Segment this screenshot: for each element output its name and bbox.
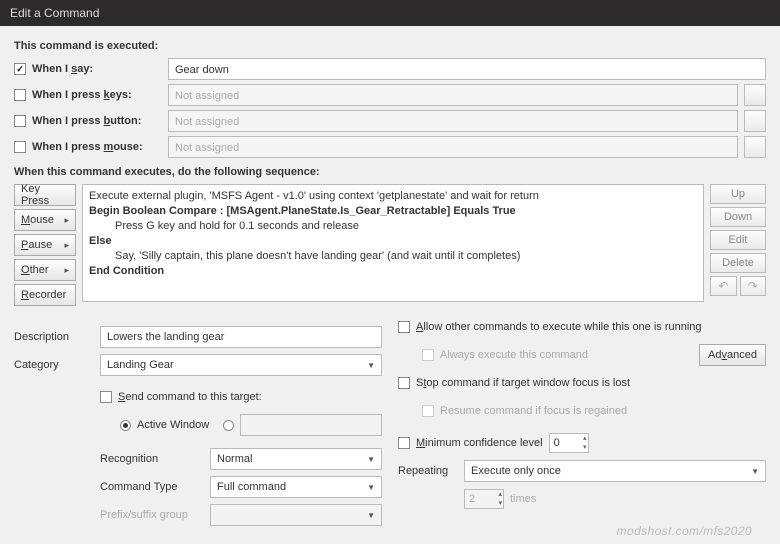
times-label: times (510, 493, 536, 505)
times-spinner: 2 (464, 489, 504, 509)
when-press-keys-checkbox[interactable] (14, 89, 26, 101)
script-line[interactable]: Else (89, 234, 697, 249)
allow-other-checkbox[interactable] (398, 321, 410, 333)
mouse-more-button[interactable] (744, 136, 766, 158)
when-press-mouse-label: When I press mouse: (32, 141, 162, 153)
delete-button[interactable]: Delete (710, 253, 766, 273)
window-titlebar: Edit a Command (0, 0, 780, 26)
keypress-button[interactable]: Key Press (14, 184, 76, 206)
when-press-mouse-checkbox[interactable] (14, 141, 26, 153)
when-press-keys-label: When I press keys: (32, 89, 162, 101)
button-more-button[interactable] (744, 110, 766, 132)
when-press-keys-input[interactable]: Not assigned (168, 84, 738, 106)
down-button[interactable]: Down (710, 207, 766, 227)
undo-button[interactable]: ↶ (710, 276, 737, 296)
cmdtype-label: Command Type (100, 481, 202, 493)
stop-focus-checkbox[interactable] (398, 377, 410, 389)
recognition-dropdown[interactable]: Normal▼ (210, 448, 382, 470)
mouse-button[interactable]: Mouse▸ (14, 209, 76, 231)
script-line[interactable]: Say, 'Silly captain, this plane doesn't … (89, 249, 697, 264)
section-triggers-head: This command is executed: (14, 40, 766, 52)
script-line[interactable]: Press G key and hold for 0.1 seconds and… (89, 219, 697, 234)
always-exec-label: Always execute this command (440, 349, 588, 361)
sequence-list[interactable]: Execute external plugin, 'MSFS Agent - v… (82, 184, 704, 302)
min-confidence-spinner[interactable]: 0 (549, 433, 589, 453)
allow-other-label: Allow other commands to execute while th… (416, 321, 702, 333)
target-input (240, 414, 382, 436)
keys-more-button[interactable] (744, 84, 766, 106)
category-dropdown[interactable]: Landing Gear▼ (100, 354, 382, 376)
section-sequence-head: When this command executes, do the follo… (14, 166, 766, 178)
up-button[interactable]: Up (710, 184, 766, 204)
edit-button[interactable]: Edit (710, 230, 766, 250)
recorder-button[interactable]: Recorder (14, 284, 76, 306)
stop-focus-label: Stop command if target window focus is l… (416, 377, 630, 389)
repeating-label: Repeating (398, 465, 458, 477)
recognition-label: Recognition (100, 453, 202, 465)
description-label: Description (14, 331, 96, 343)
other-button[interactable]: Other▸ (14, 259, 76, 281)
script-line[interactable]: Execute external plugin, 'MSFS Agent - v… (89, 189, 697, 204)
advanced-button[interactable]: Advanced (699, 344, 766, 366)
prefix-label: Prefix/suffix group (100, 509, 202, 521)
when-press-button-input[interactable]: Not assigned (168, 110, 738, 132)
min-confidence-checkbox[interactable] (398, 437, 410, 449)
send-target-label: Send command to this target: (118, 391, 262, 403)
window-title: Edit a Command (10, 6, 99, 20)
when-i-say-checkbox[interactable] (14, 63, 26, 75)
when-press-button-label: When I press button: (32, 115, 162, 127)
pause-button[interactable]: Pause▸ (14, 234, 76, 256)
category-label: Category (14, 359, 96, 371)
always-exec-checkbox (422, 349, 434, 361)
other-target-radio[interactable] (223, 420, 234, 431)
description-input[interactable]: Lowers the landing gear (100, 326, 382, 348)
when-i-say-label: When I say: (32, 63, 162, 75)
script-line[interactable]: Begin Boolean Compare : [MSAgent.PlaneSt… (89, 204, 697, 219)
resume-focus-checkbox (422, 405, 434, 417)
script-line[interactable]: End Condition (89, 264, 697, 279)
active-window-label: Active Window (137, 419, 209, 431)
when-press-mouse-input[interactable]: Not assigned (168, 136, 738, 158)
repeating-dropdown[interactable]: Execute only once▼ (464, 460, 766, 482)
prefix-dropdown: ▼ (210, 504, 382, 526)
resume-focus-label: Resume command if focus is regained (440, 405, 627, 417)
watermark: modshost.com/mfs2020 (617, 524, 752, 538)
cmdtype-dropdown[interactable]: Full command▼ (210, 476, 382, 498)
when-press-button-checkbox[interactable] (14, 115, 26, 127)
active-window-radio[interactable] (120, 420, 131, 431)
send-target-checkbox[interactable] (100, 391, 112, 403)
when-i-say-input[interactable]: Gear down (168, 58, 766, 80)
min-confidence-label: Minimum confidence level (416, 437, 543, 449)
redo-button[interactable]: ↷ (740, 276, 767, 296)
